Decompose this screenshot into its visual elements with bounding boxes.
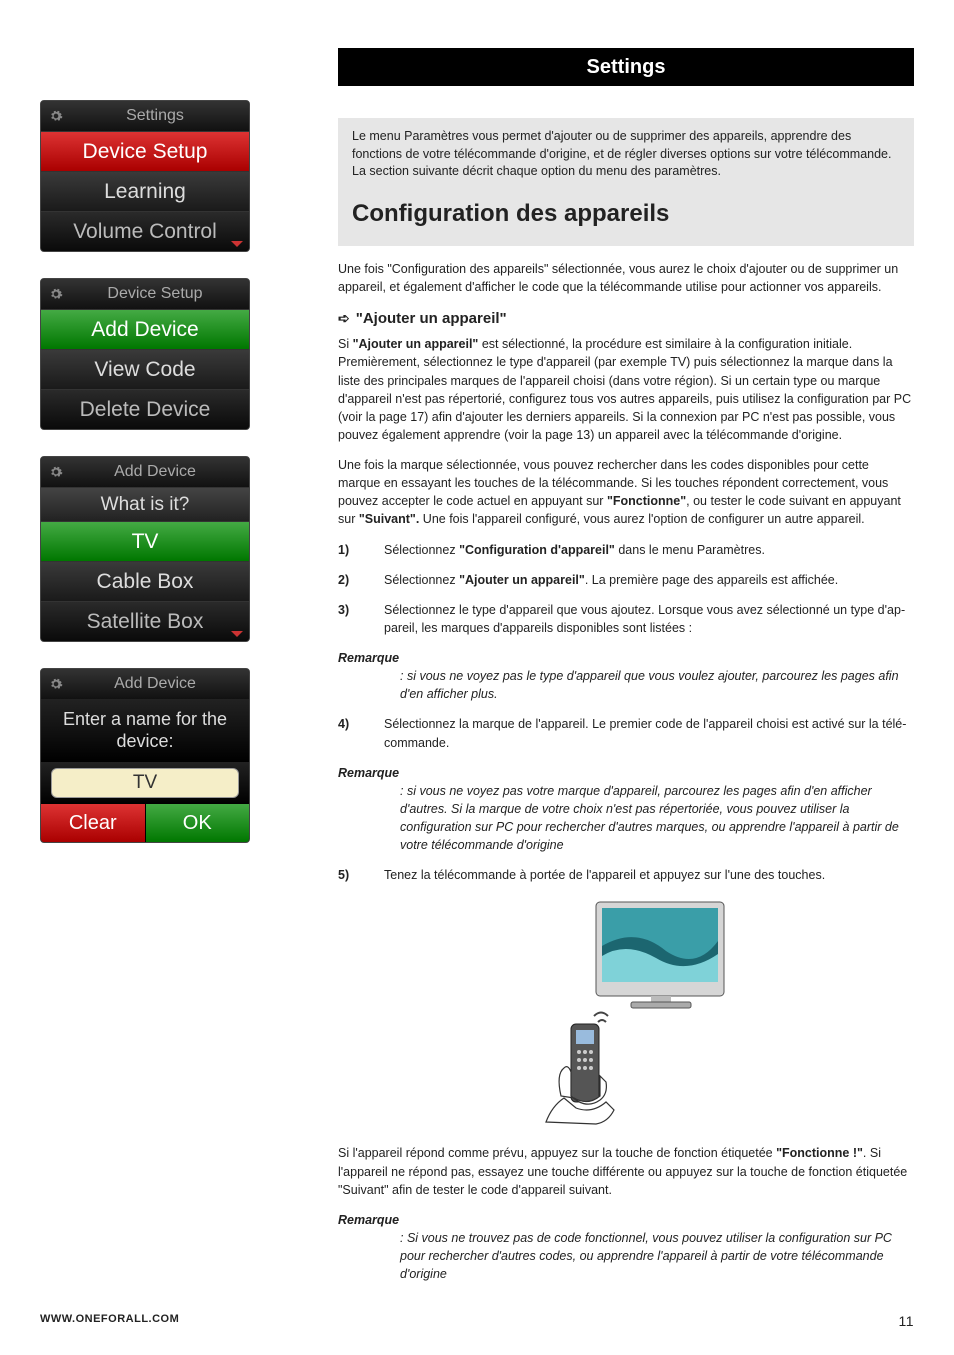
device-setup-item-delete[interactable]: Delete Device — [41, 389, 249, 429]
clear-button[interactable]: Clear — [41, 804, 146, 842]
gear-icon — [49, 677, 63, 691]
step-4-list: 4)Sélectionnez la marque de l'appareil. … — [338, 715, 914, 751]
add-device-type-tv[interactable]: TV — [41, 521, 249, 561]
panel-add-device-type: Add Device What is it? TV Cable Box Sate… — [40, 456, 250, 642]
device-setup-item-view-code[interactable]: View Code — [41, 349, 249, 389]
footer-page-number: 11 — [898, 1313, 914, 1329]
ok-button[interactable]: OK — [146, 804, 250, 842]
left-column: Settings Device Setup Learning Volume Co… — [40, 100, 250, 869]
device-name-input[interactable] — [51, 768, 239, 798]
step-4: 4)Sélectionnez la marque de l'appareil. … — [338, 715, 914, 751]
settings-item-learning[interactable]: Learning — [41, 171, 249, 211]
subsection-heading: ➪ "Ajouter un appareil" — [338, 310, 914, 327]
caret-down-icon — [231, 631, 243, 637]
panel-add-device-name-title: Add Device — [69, 675, 241, 693]
step-5: 5)Tenez la télécommande à portée de l'ap… — [338, 866, 914, 884]
step-5-list: 5)Tenez la télécommande à portée de l'ap… — [338, 866, 914, 884]
step-1: 1)Sélectionnez "Configuration d'appareil… — [338, 541, 914, 559]
footer-url: WWW.ONEFORALL.COM — [40, 1313, 179, 1329]
panel-settings-header: Settings — [41, 101, 249, 131]
settings-header: Settings — [338, 48, 914, 86]
content-column: Le menu Paramètres vous permet d'ajouter… — [338, 118, 914, 1283]
device-setup-item-add[interactable]: Add Device — [41, 309, 249, 349]
panel-add-device-name: Add Device Enter a name for the device: … — [40, 668, 250, 843]
remark-2: Remarque: si vous ne voyez pas votre mar… — [338, 764, 914, 855]
panel-settings-title: Settings — [69, 107, 241, 125]
panel-add-device-type-header: Add Device — [41, 457, 249, 487]
step-3: 3)Sélectionnez le type d'appareil que vo… — [338, 601, 914, 637]
add-device-type-cable[interactable]: Cable Box — [41, 561, 249, 601]
gear-icon — [49, 109, 63, 123]
steps-list: 1)Sélectionnez "Configuration d'appareil… — [338, 541, 914, 638]
caret-down-icon — [231, 241, 243, 247]
arrow-right-icon: ➪ — [338, 310, 350, 327]
panel-add-device-type-title: Add Device — [69, 463, 241, 481]
intro-text: Le menu Paramètres vous permet d'ajouter… — [352, 128, 900, 181]
panel-add-device-name-header: Add Device — [41, 669, 249, 699]
tv-remote-illustration — [516, 896, 736, 1126]
settings-header-title: Settings — [587, 56, 666, 79]
section-heading: Configuration des appareils — [352, 197, 900, 231]
add-device-name-prompt: Enter a name for the device: — [41, 699, 249, 762]
page-footer: WWW.ONEFORALL.COM 11 — [40, 1313, 914, 1329]
paragraph-2: Une fois la marque sélectionnée, vous po… — [338, 456, 914, 529]
intro-box: Le menu Paramètres vous permet d'ajouter… — [338, 118, 914, 246]
paragraph-1: Si "Ajouter un appareil" est sélectionné… — [338, 335, 914, 444]
panel-settings: Settings Device Setup Learning Volume Co… — [40, 100, 250, 252]
gear-icon — [49, 465, 63, 479]
panel-device-setup-header: Device Setup — [41, 279, 249, 309]
add-device-question: What is it? — [41, 487, 249, 521]
step-2: 2)Sélectionnez "Ajouter un appareil". La… — [338, 571, 914, 589]
add-device-name-input-row — [41, 762, 249, 804]
settings-item-volume-control[interactable]: Volume Control — [41, 211, 249, 251]
panel-device-setup-title: Device Setup — [69, 285, 241, 303]
settings-item-device-setup[interactable]: Device Setup — [41, 131, 249, 171]
remark-1: Remarque: si vous ne voyez pas le type d… — [338, 649, 914, 703]
paragraph-after-illustration: Si l'appareil répond comme prévu, appuye… — [338, 1144, 914, 1198]
section-intro: Une fois "Configuration des appareils" s… — [338, 260, 914, 296]
remark-3: Remarque: Si vous ne trouvez pas de code… — [338, 1211, 914, 1284]
panel-device-setup: Device Setup Add Device View Code Delete… — [40, 278, 250, 430]
add-device-type-satellite[interactable]: Satellite Box — [41, 601, 249, 641]
gear-icon — [49, 287, 63, 301]
